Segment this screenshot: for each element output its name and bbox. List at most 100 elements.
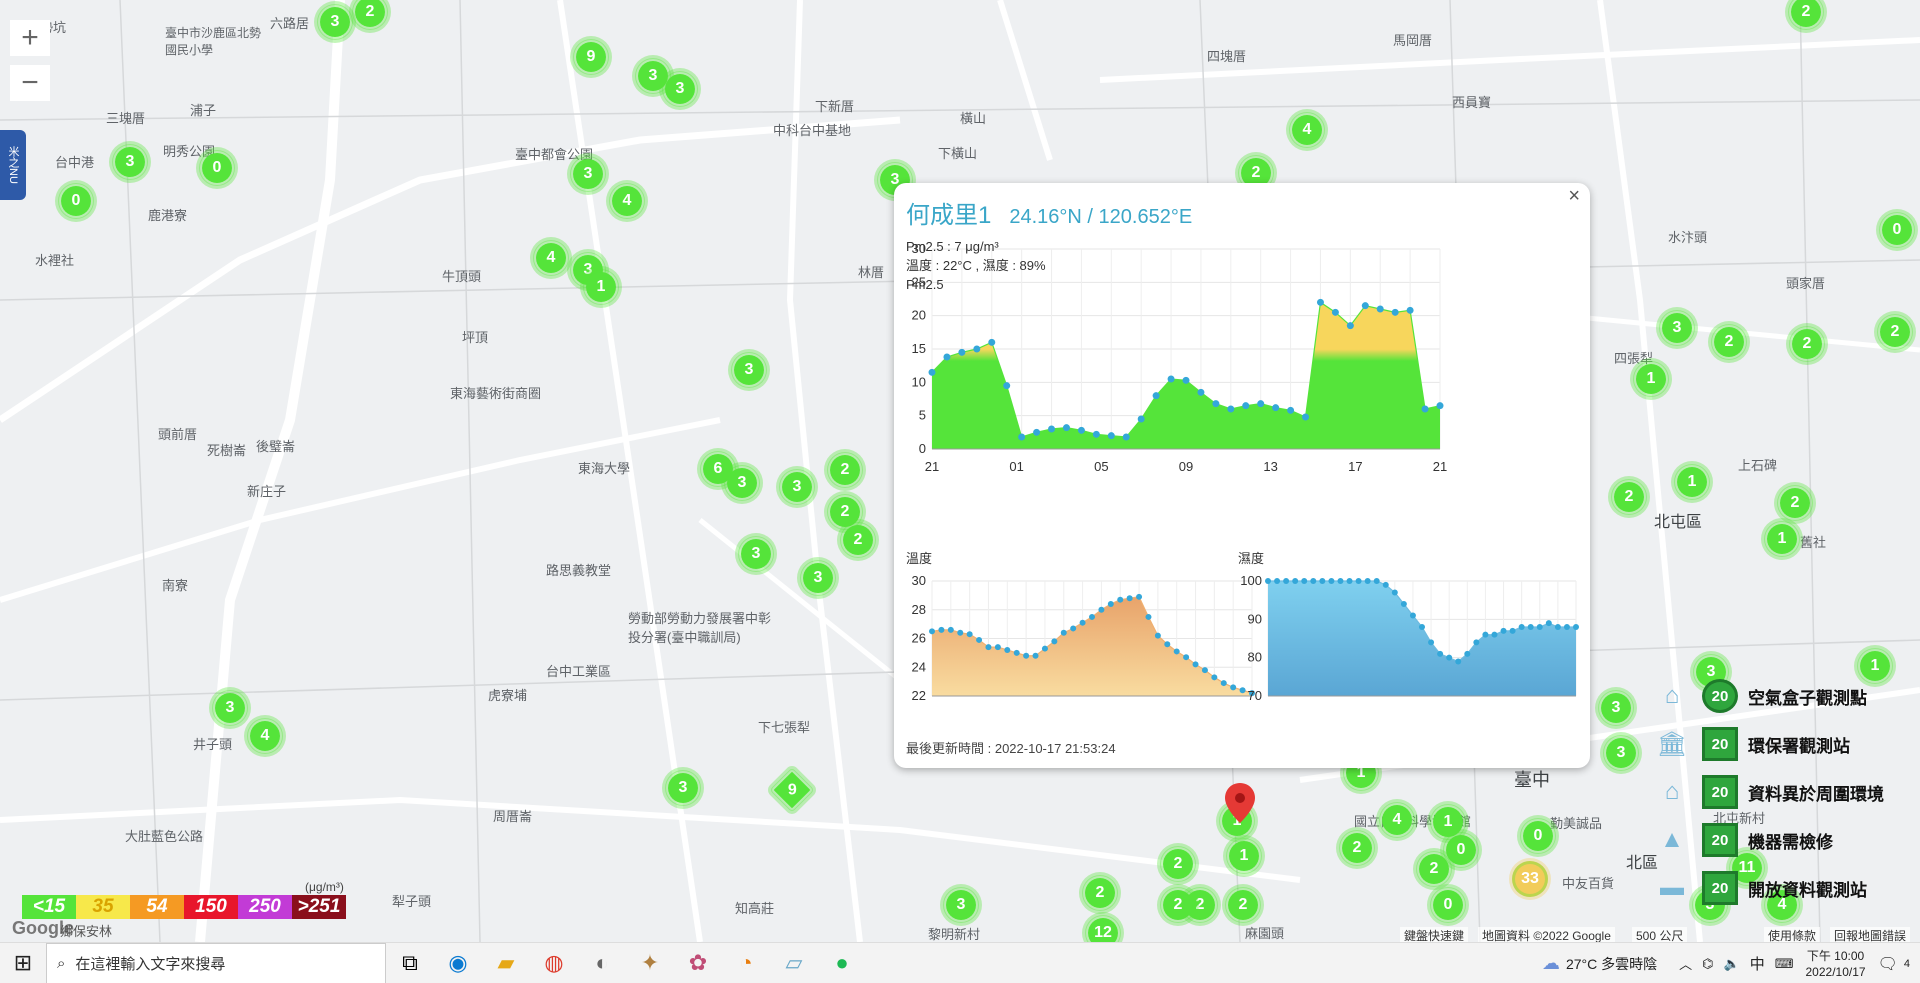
station-marker[interactable]: 3: [943, 887, 979, 923]
side-panel-tab[interactable]: 米之NU: [0, 130, 26, 200]
temp-chart-title: 溫度: [906, 551, 932, 566]
data-point: [1230, 684, 1237, 691]
station-marker[interactable]: 3: [738, 536, 774, 572]
data-point: [1152, 392, 1160, 400]
station-marker[interactable]: 1: [1430, 804, 1466, 840]
station-marker[interactable]: 3: [724, 465, 760, 501]
data-point: [1310, 578, 1317, 584]
station-marker[interactable]: 3: [1603, 735, 1639, 771]
weather-text[interactable]: 27°C 多雲時陰: [1566, 954, 1657, 974]
station-marker[interactable]: 1: [1633, 361, 1669, 397]
task-view-icon[interactable]: ⧉: [386, 943, 434, 983]
keyboard-shortcuts-link[interactable]: 鍵盤快速鍵: [1400, 927, 1469, 942]
data-point: [1283, 578, 1290, 584]
terms-link[interactable]: 使用條款: [1764, 927, 1821, 942]
station-marker[interactable]: 3: [317, 4, 353, 40]
station-marker[interactable]: 4: [1379, 802, 1415, 838]
report-error-link[interactable]: 回報地圖錯誤: [1830, 927, 1911, 942]
station-marker[interactable]: 2: [1082, 875, 1118, 911]
blender-icon[interactable]: ◔: [722, 943, 770, 983]
data-point: [1192, 661, 1199, 668]
weather-icon[interactable]: ☁: [1542, 953, 1560, 974]
spotify-icon[interactable]: ●: [818, 943, 866, 983]
chevron-up-icon[interactable]: ︿: [1679, 954, 1692, 973]
ime-indicator[interactable]: 中: [1750, 953, 1765, 974]
legend-label: 環保署觀測站: [1748, 736, 1850, 756]
file-explorer-icon[interactable]: ▰: [482, 943, 530, 983]
network-icon[interactable]: ⌬: [1702, 956, 1713, 972]
station-marker[interactable]: 2: [1877, 314, 1913, 350]
station-marker[interactable]: 2: [1339, 830, 1375, 866]
notification-icon[interactable]: 🗨: [1878, 954, 1898, 974]
station-marker[interactable]: 3: [662, 71, 698, 107]
map[interactable]: 勢坑 六路居 臺中市沙鹿區北勢國民小學 三塊厝 浦子 明秀公園 台中港 鹿港寮 …: [0, 0, 1920, 942]
station-marker[interactable]: 0: [1430, 887, 1466, 923]
keyboard-icon[interactable]: ⌨: [1775, 956, 1794, 972]
station-marker[interactable]: 1: [1226, 838, 1262, 874]
series-area: [932, 302, 1440, 449]
station-marker[interactable]: 3: [212, 690, 248, 726]
close-icon[interactable]: ×: [1568, 185, 1580, 208]
station-marker[interactable]: 0: [1520, 818, 1556, 854]
station-marker[interactable]: 3: [112, 144, 148, 180]
chrome-icon[interactable]: ◍: [530, 943, 578, 983]
station-marker[interactable]: 2: [1225, 887, 1261, 923]
station-marker[interactable]: 1: [1674, 464, 1710, 500]
station-marker[interactable]: 9: [573, 39, 609, 75]
station-marker[interactable]: 2: [840, 522, 876, 558]
station-marker[interactable]: 3: [1659, 310, 1695, 346]
pm25-chart-title: Pm2.5: [906, 277, 944, 292]
station-marker[interactable]: 3: [1598, 690, 1634, 726]
station-marker[interactable]: 0: [58, 183, 94, 219]
data-point: [1092, 430, 1100, 438]
data-point: [1455, 658, 1462, 665]
last-updated: 最後更新時間 : 2022-10-17 21:53:24: [906, 741, 1116, 756]
station-marker[interactable]: 2: [827, 452, 863, 488]
zoom-out-button[interactable]: −: [10, 65, 50, 101]
station-marker[interactable]: 2: [1777, 485, 1813, 521]
x-tick-label: 13: [1263, 459, 1277, 474]
volume-icon[interactable]: 🔈: [1724, 956, 1740, 972]
station-marker[interactable]: 1: [583, 269, 619, 305]
place-label: 牛頂頭: [442, 269, 482, 284]
station-marker[interactable]: 0: [199, 150, 235, 186]
data-point: [1003, 382, 1011, 390]
data-point: [957, 629, 964, 636]
station-marker[interactable]: 4: [247, 718, 283, 754]
x-tick-label: 09: [1179, 459, 1193, 474]
edge-icon[interactable]: ◉: [434, 943, 482, 983]
taskbar-search[interactable]: ⌕ 在這裡輸入文字來搜尋: [46, 942, 386, 983]
station-marker[interactable]: 33: [1512, 861, 1548, 897]
data-point: [1406, 306, 1414, 314]
station-marker[interactable]: 3: [779, 469, 815, 505]
app-icon[interactable]: ✦: [626, 943, 674, 983]
station-marker[interactable]: 2: [1789, 326, 1825, 362]
legend-label: 資料異於周圍環境: [1748, 784, 1884, 804]
station-marker[interactable]: 2: [1160, 887, 1196, 923]
y-tick-label: 26: [912, 631, 926, 646]
data-point: [1107, 432, 1115, 440]
windows-start-icon[interactable]: ⊞: [0, 943, 46, 983]
station-marker[interactable]: 2: [1611, 479, 1647, 515]
station-marker[interactable]: 4: [1289, 112, 1325, 148]
station-marker[interactable]: 3: [731, 352, 767, 388]
station-marker[interactable]: 1: [1764, 521, 1800, 557]
station-marker[interactable]: 0: [1879, 212, 1915, 248]
app-icon[interactable]: ◐: [578, 943, 626, 983]
clock[interactable]: 下午 10:00 2022/10/17: [1806, 948, 1866, 980]
scale-bar[interactable]: 500 公尺: [1632, 927, 1688, 942]
place-label: 大肚藍色公路: [125, 829, 204, 844]
app-icon[interactable]: ✿: [674, 943, 722, 983]
zoom-in-button[interactable]: +: [10, 20, 50, 56]
station-marker[interactable]: 4: [533, 240, 569, 276]
station-marker[interactable]: 2: [1711, 324, 1747, 360]
station-marker[interactable]: 3: [800, 560, 836, 596]
app-icon[interactable]: ▱: [770, 943, 818, 983]
station-marker[interactable]: 3: [570, 156, 606, 192]
station-marker[interactable]: 3: [665, 770, 701, 806]
location-pin-icon[interactable]: [1225, 783, 1255, 823]
station-marker[interactable]: 2: [1416, 851, 1452, 887]
station-marker[interactable]: 2: [1160, 846, 1196, 882]
legend-badge: 20: [1702, 823, 1738, 857]
station-marker[interactable]: 4: [609, 183, 645, 219]
